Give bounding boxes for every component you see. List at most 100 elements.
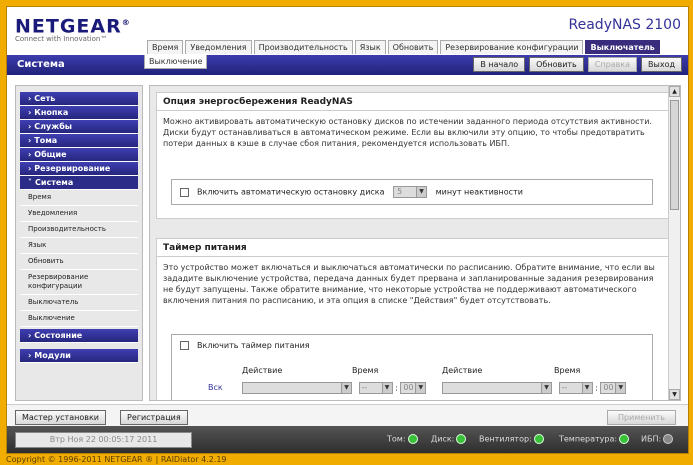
col-time-header: Время xyxy=(352,366,379,375)
col-action-header: Действие xyxy=(242,366,283,375)
logout-button[interactable]: Выход xyxy=(641,57,682,72)
hour-value: -- xyxy=(361,383,368,392)
timer-option-box: Включить таймер питания Действие Время Д… xyxy=(171,334,653,400)
volume-status-label: Том: xyxy=(387,434,406,444)
chevron-right-icon: › xyxy=(28,351,32,360)
brand-mark: ® xyxy=(121,18,131,27)
action-select-2[interactable]: ▼ xyxy=(442,382,552,394)
minute-value: 00 xyxy=(403,383,414,392)
spindown-label: Включить автоматическую остановку диска xyxy=(197,187,385,197)
sidebar-item-label: Тома xyxy=(34,136,58,145)
setup-wizard-button[interactable]: Мастер установки xyxy=(15,410,106,425)
subtab-shutdown[interactable]: Выключение xyxy=(144,55,208,69)
sidebar-item-label: Службы xyxy=(34,122,73,131)
sidebar-item-shares[interactable]: › Общие xyxy=(20,148,138,162)
refresh-button[interactable]: Обновить xyxy=(529,57,584,72)
chevron-down-icon: ▼ xyxy=(415,383,426,393)
product-name: ReadyNAS 2100 xyxy=(568,17,681,33)
tab-update[interactable]: Обновить xyxy=(387,40,439,54)
sidebar-item-label: Кнопка xyxy=(34,108,69,117)
home-button[interactable]: В начало xyxy=(473,57,526,72)
netgear-logo: NETGEAR® Connect with Innovation™ xyxy=(15,13,131,43)
apply-button[interactable]: Применить xyxy=(606,410,676,425)
spindown-minutes-value: 5 xyxy=(397,187,403,196)
brand-name: NETGEAR xyxy=(15,15,122,38)
sidebar-subitem-alerts[interactable]: Уведомления xyxy=(20,206,138,222)
chevron-down-icon: ▼ xyxy=(416,187,427,197)
fan-status-label: Вентилятор: xyxy=(479,434,532,444)
sidebar-subitem-shutdown[interactable]: Выключение xyxy=(20,311,138,327)
sidebar-subitem-config-backup[interactable]: Резервирование конфигурации xyxy=(20,270,138,295)
col-time-header-2: Время xyxy=(554,366,581,375)
disk-status-icon xyxy=(456,434,467,444)
section-title: Система xyxy=(17,59,65,70)
volume-status[interactable]: Том: xyxy=(387,434,418,444)
disk-status[interactable]: Диск: xyxy=(431,434,467,444)
ups-status[interactable]: ИБП: xyxy=(641,434,674,444)
spindown-checkbox[interactable] xyxy=(180,187,189,197)
sidebar-item-label: Сеть xyxy=(34,94,56,103)
ups-status-label: ИБП: xyxy=(641,434,662,444)
schedule-row-label: Вск xyxy=(208,383,223,392)
sidebar-item-button[interactable]: › Кнопка xyxy=(20,106,138,120)
main-scrollbar[interactable]: ▲ ▼ xyxy=(668,86,680,400)
power-timer-text: Это устройство может включаться и выключ… xyxy=(163,263,655,305)
tab-time[interactable]: Время xyxy=(147,40,184,54)
hour-select-1[interactable]: -- ▼ xyxy=(358,382,393,394)
tab-alerts[interactable]: Уведомления xyxy=(185,40,252,54)
action-select-1[interactable]: ▼ xyxy=(242,382,352,394)
chevron-down-icon: ▼ xyxy=(615,383,626,393)
timer-label: Включить таймер питания xyxy=(197,341,310,350)
minute-value: 00 xyxy=(603,383,614,392)
spindown-option-box: Включить автоматическую остановку диска … xyxy=(171,179,653,205)
sidebar: › Сеть › Кнопка › Службы › Тома › Общие › Резе… xyxy=(15,85,143,401)
temperature-status-icon xyxy=(619,434,630,444)
spindown-suffix: минут неактивности xyxy=(435,187,523,197)
fan-status-icon xyxy=(533,434,544,444)
chevron-right-icon: › xyxy=(28,94,32,103)
hour-select-2[interactable]: -- ▼ xyxy=(558,382,593,394)
tab-config-backup[interactable]: Резервирование конфигурации xyxy=(440,40,584,54)
chevron-right-icon: › xyxy=(28,164,32,173)
help-button[interactable]: Справка xyxy=(587,57,638,72)
scrollbar-thumb[interactable] xyxy=(670,100,679,210)
sidebar-item-network[interactable]: › Сеть xyxy=(20,92,138,106)
ups-status-icon xyxy=(663,434,674,444)
sidebar-subitem-update[interactable]: Обновить xyxy=(20,254,138,270)
sidebar-item-services[interactable]: › Службы xyxy=(20,120,138,134)
hour-value: -- xyxy=(561,383,568,392)
power-saving-title: Опция энергосбережения ReadyNAS xyxy=(157,93,669,111)
sidebar-item-volumes[interactable]: › Тома xyxy=(20,134,138,148)
power-timer-title: Таймер питания xyxy=(157,239,669,257)
sidebar-subitem-language[interactable]: Язык xyxy=(20,238,138,254)
minute-select-2[interactable]: 00 ▼ xyxy=(600,382,627,394)
sidebar-item-label: Система xyxy=(35,178,74,187)
sidebar-subitem-performance[interactable]: Производительность xyxy=(20,222,138,238)
volume-status-icon xyxy=(407,434,418,444)
chevron-down-icon: ˅ xyxy=(28,178,32,187)
scroll-up-icon[interactable]: ▲ xyxy=(669,86,680,97)
sidebar-item-status[interactable]: › Состояние xyxy=(20,329,138,343)
scroll-down-icon[interactable]: ▼ xyxy=(669,389,680,400)
fan-status[interactable]: Вентилятор: xyxy=(479,434,544,444)
sidebar-item-addons[interactable]: › Модули xyxy=(20,349,138,363)
main-content: Опция энергосбережения ReadyNAS Можно ак… xyxy=(149,85,681,401)
sidebar-item-system[interactable]: ˅ Система xyxy=(20,176,138,190)
power-timer-panel: Таймер питания Это устройство может вклю… xyxy=(156,238,670,400)
chevron-down-icon: ▼ xyxy=(581,383,592,393)
chevron-right-icon: › xyxy=(28,108,32,117)
system-tabs: Время Уведомления Производительность Язы… xyxy=(147,40,662,54)
temperature-status[interactable]: Температура: xyxy=(559,434,630,444)
tab-power[interactable]: Выключатель xyxy=(585,40,660,54)
sidebar-subitem-power[interactable]: Выключатель xyxy=(20,295,138,311)
timer-checkbox[interactable] xyxy=(180,341,189,350)
sidebar-item-backup[interactable]: › Резервирование xyxy=(20,162,138,176)
datetime-display: Втр Ноя 22 00:05:17 2011 xyxy=(15,432,192,448)
sidebar-subitem-time[interactable]: Время xyxy=(20,190,138,206)
tab-language[interactable]: Язык xyxy=(354,40,386,54)
tab-performance[interactable]: Производительность xyxy=(253,40,353,54)
registration-button[interactable]: Регистрация xyxy=(120,410,188,425)
minute-select-1[interactable]: 00 ▼ xyxy=(400,382,427,394)
spindown-minutes-select[interactable]: 5 ▼ xyxy=(393,186,428,198)
chevron-down-icon: ▼ xyxy=(541,383,551,393)
